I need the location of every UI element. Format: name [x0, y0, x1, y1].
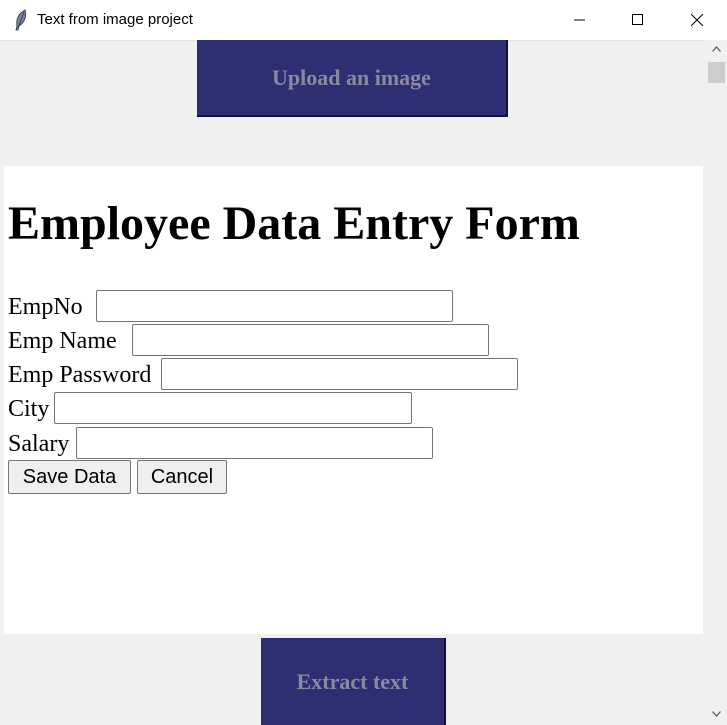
- scroll-up-button[interactable]: [706, 40, 727, 60]
- minimize-icon: [574, 19, 585, 21]
- empno-label: EmpNo: [8, 294, 83, 320]
- scroll-thumb[interactable]: [708, 62, 725, 83]
- close-icon: [691, 14, 703, 26]
- upload-image-button[interactable]: Upload an image: [197, 40, 508, 117]
- empname-field[interactable]: [132, 324, 489, 356]
- salary-field[interactable]: [76, 427, 433, 459]
- maximize-button[interactable]: [615, 0, 661, 40]
- chevron-up-icon: [712, 46, 721, 52]
- city-label: City: [8, 396, 50, 422]
- vertical-scrollbar[interactable]: [706, 40, 727, 725]
- feather-icon: [13, 9, 29, 31]
- emppassword-field[interactable]: [161, 358, 518, 390]
- extract-text-button[interactable]: Extract text: [261, 638, 446, 725]
- empno-field[interactable]: [96, 290, 453, 322]
- maximize-icon: [632, 14, 643, 25]
- minimize-button[interactable]: [557, 0, 603, 40]
- html-preview-frame: Employee Data Entry Form EmpNo Emp Name …: [4, 166, 703, 634]
- app-window: Text from image project Upload an image …: [0, 0, 727, 725]
- title-bar: Text from image project: [0, 0, 727, 41]
- scroll-down-button[interactable]: [706, 705, 727, 725]
- salary-label: Salary: [8, 431, 70, 457]
- close-button[interactable]: [674, 0, 720, 40]
- window-title: Text from image project: [37, 11, 193, 28]
- form-title: Employee Data Entry Form: [8, 197, 580, 250]
- empname-label: Emp Name: [8, 328, 117, 354]
- city-field[interactable]: [54, 392, 412, 424]
- chevron-down-icon: [712, 711, 721, 717]
- save-data-button[interactable]: Save Data: [8, 460, 131, 494]
- cancel-button[interactable]: Cancel: [137, 460, 227, 494]
- emppassword-label: Emp Password: [8, 362, 152, 388]
